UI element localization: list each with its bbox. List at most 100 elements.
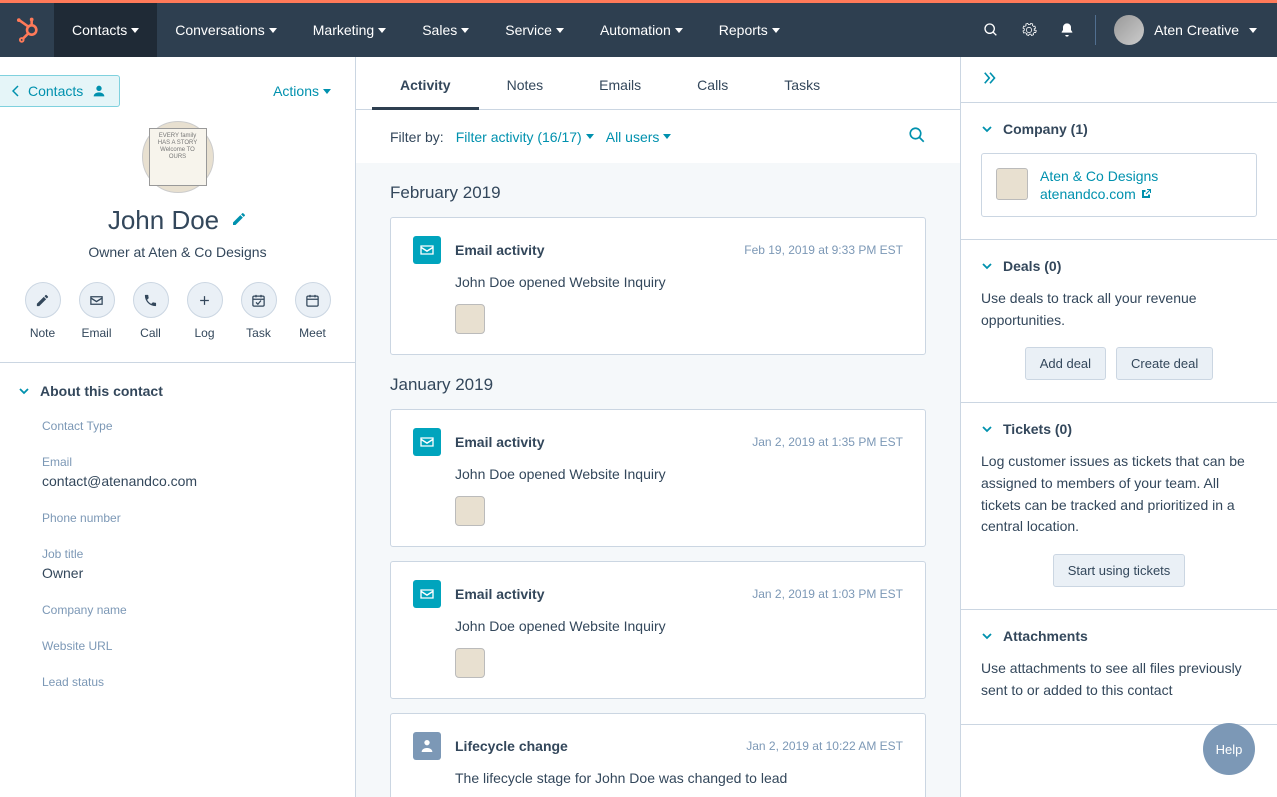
nav-item-service[interactable]: Service [487, 3, 582, 57]
nav-item-conversations[interactable]: Conversations [157, 3, 295, 57]
chevron-down-icon [131, 28, 139, 33]
avatar [1114, 15, 1144, 45]
collapse-icon[interactable] [981, 69, 999, 87]
chevron-down-icon [323, 89, 331, 94]
note-button[interactable]: Note [25, 282, 61, 340]
help-label: Help [1216, 742, 1243, 757]
company-card[interactable]: Aten & Co Designs atenandco.com [981, 153, 1257, 217]
action-btn-label: Meet [299, 326, 326, 340]
chevron-down-icon [981, 123, 993, 135]
action-btn-label: Task [246, 326, 271, 340]
field-value: contact@atenandco.com [42, 473, 325, 489]
field-label: Website URL [42, 639, 325, 653]
tab-tasks[interactable]: Tasks [756, 57, 848, 109]
edit-icon[interactable] [231, 211, 247, 230]
nav-item-label: Contacts [72, 22, 127, 38]
nav-item-contacts[interactable]: Contacts [54, 3, 157, 57]
filter-users-dropdown[interactable]: All users [606, 129, 672, 145]
card-title: Email activity [455, 242, 545, 258]
field-website-url[interactable]: Website URL [42, 639, 325, 653]
create-deal-button[interactable]: Create deal [1116, 347, 1213, 380]
tab-notes[interactable]: Notes [479, 57, 572, 109]
contacts-label: Contacts [28, 83, 83, 99]
card-body: John Doe opened Website Inquiry [413, 466, 903, 526]
search-icon[interactable] [908, 126, 926, 147]
nav-item-label: Conversations [175, 22, 265, 38]
add-deal-button[interactable]: Add deal [1025, 347, 1106, 380]
filter-activity-dropdown[interactable]: Filter activity (16/17) [456, 129, 594, 145]
field-label: Contact Type [42, 419, 325, 433]
card-body: John Doe opened Website Inquiry [413, 274, 903, 334]
main-navbar: Contacts Conversations Marketing Sales Servi… [0, 3, 1277, 57]
related-thumbnail[interactable] [455, 304, 485, 334]
card-date: Feb 19, 2019 at 9:33 PM EST [744, 243, 903, 257]
nav-item-marketing[interactable]: Marketing [295, 3, 404, 57]
filter-users-label: All users [606, 129, 660, 145]
company-url-link[interactable]: atenandco.com [1040, 186, 1158, 202]
task-icon [241, 282, 277, 318]
tab-emails[interactable]: Emails [571, 57, 669, 109]
tickets-panel-toggle[interactable]: Tickets (0) [981, 421, 1257, 437]
actions-label: Actions [273, 83, 319, 99]
card-date: Jan 2, 2019 at 10:22 AM EST [746, 739, 903, 753]
hubspot-logo[interactable] [0, 3, 54, 57]
about-section-title: About this contact [40, 383, 163, 399]
search-icon[interactable] [981, 20, 1001, 40]
nav-item-label: Sales [422, 22, 457, 38]
task-button[interactable]: Task [241, 282, 277, 340]
call-button[interactable]: Call [133, 282, 169, 340]
nav-item-reports[interactable]: Reports [701, 3, 798, 57]
card-title: Lifecycle change [455, 738, 568, 754]
deals-description: Use deals to track all your revenue oppo… [981, 288, 1257, 331]
company-url-text: atenandco.com [1040, 186, 1136, 202]
meet-button[interactable]: Meet [295, 282, 331, 340]
tab-activity[interactable]: Activity [372, 57, 479, 109]
deals-panel-toggle[interactable]: Deals (0) [981, 258, 1257, 274]
field-email[interactable]: Emailcontact@atenandco.com [42, 455, 325, 489]
actions-menu[interactable]: Actions [273, 83, 331, 99]
about-section-toggle[interactable]: About this contact [18, 383, 331, 399]
meet-icon [295, 282, 331, 318]
field-contact-type[interactable]: Contact Type [42, 419, 325, 433]
field-phone-number[interactable]: Phone number [42, 511, 325, 525]
attachments-panel-toggle[interactable]: Attachments [981, 628, 1257, 644]
attachments-description: Use attachments to see all files previou… [981, 658, 1257, 701]
chevron-down-icon [675, 28, 683, 33]
activity-card[interactable]: Lifecycle change Jan 2, 2019 at 10:22 AM… [390, 713, 926, 797]
gear-icon[interactable] [1019, 20, 1039, 40]
log-button[interactable]: Log [187, 282, 223, 340]
email-button[interactable]: Email [79, 282, 115, 340]
related-thumbnail[interactable] [455, 496, 485, 526]
company-panel-toggle[interactable]: Company (1) [981, 121, 1257, 137]
contact-avatar[interactable]: EVERY family HAS A STORY Welcome TO OURS [142, 121, 214, 193]
bell-icon[interactable] [1057, 20, 1077, 40]
start-tickets-button[interactable]: Start using tickets [1053, 554, 1186, 587]
related-thumbnail[interactable] [455, 648, 485, 678]
activity-card[interactable]: Email activity Jan 2, 2019 at 1:03 PM ES… [390, 561, 926, 699]
nav-item-sales[interactable]: Sales [404, 3, 487, 57]
nav-item-automation[interactable]: Automation [582, 3, 701, 57]
chevron-down-icon [18, 385, 30, 397]
activity-card[interactable]: Email activity Jan 2, 2019 at 1:35 PM ES… [390, 409, 926, 547]
card-date: Jan 2, 2019 at 1:35 PM EST [752, 435, 903, 449]
log-icon [187, 282, 223, 318]
account-menu[interactable]: Aten Creative [1114, 15, 1257, 45]
activity-card[interactable]: Email activity Feb 19, 2019 at 9:33 PM E… [390, 217, 926, 355]
nav-item-label: Service [505, 22, 552, 38]
card-body: The lifecycle stage for John Doe was cha… [413, 770, 903, 786]
help-button[interactable]: Help [1203, 723, 1255, 775]
back-contacts-button[interactable]: Contacts [0, 75, 120, 107]
chevron-down-icon [586, 134, 594, 139]
chevron-down-icon [461, 28, 469, 33]
field-company-name[interactable]: Company name [42, 603, 325, 617]
field-job-title[interactable]: Job titleOwner [42, 547, 325, 581]
action-btn-label: Call [140, 326, 161, 340]
workspace-name: Aten Creative [1154, 22, 1239, 38]
user-icon [91, 83, 107, 99]
company-name: Aten & Co Designs [1040, 168, 1158, 184]
card-date: Jan 2, 2019 at 1:03 PM EST [752, 587, 903, 601]
month-header: January 2019 [390, 375, 926, 395]
field-lead-status[interactable]: Lead status [42, 675, 325, 689]
external-link-icon [1140, 188, 1152, 200]
tab-calls[interactable]: Calls [669, 57, 756, 109]
